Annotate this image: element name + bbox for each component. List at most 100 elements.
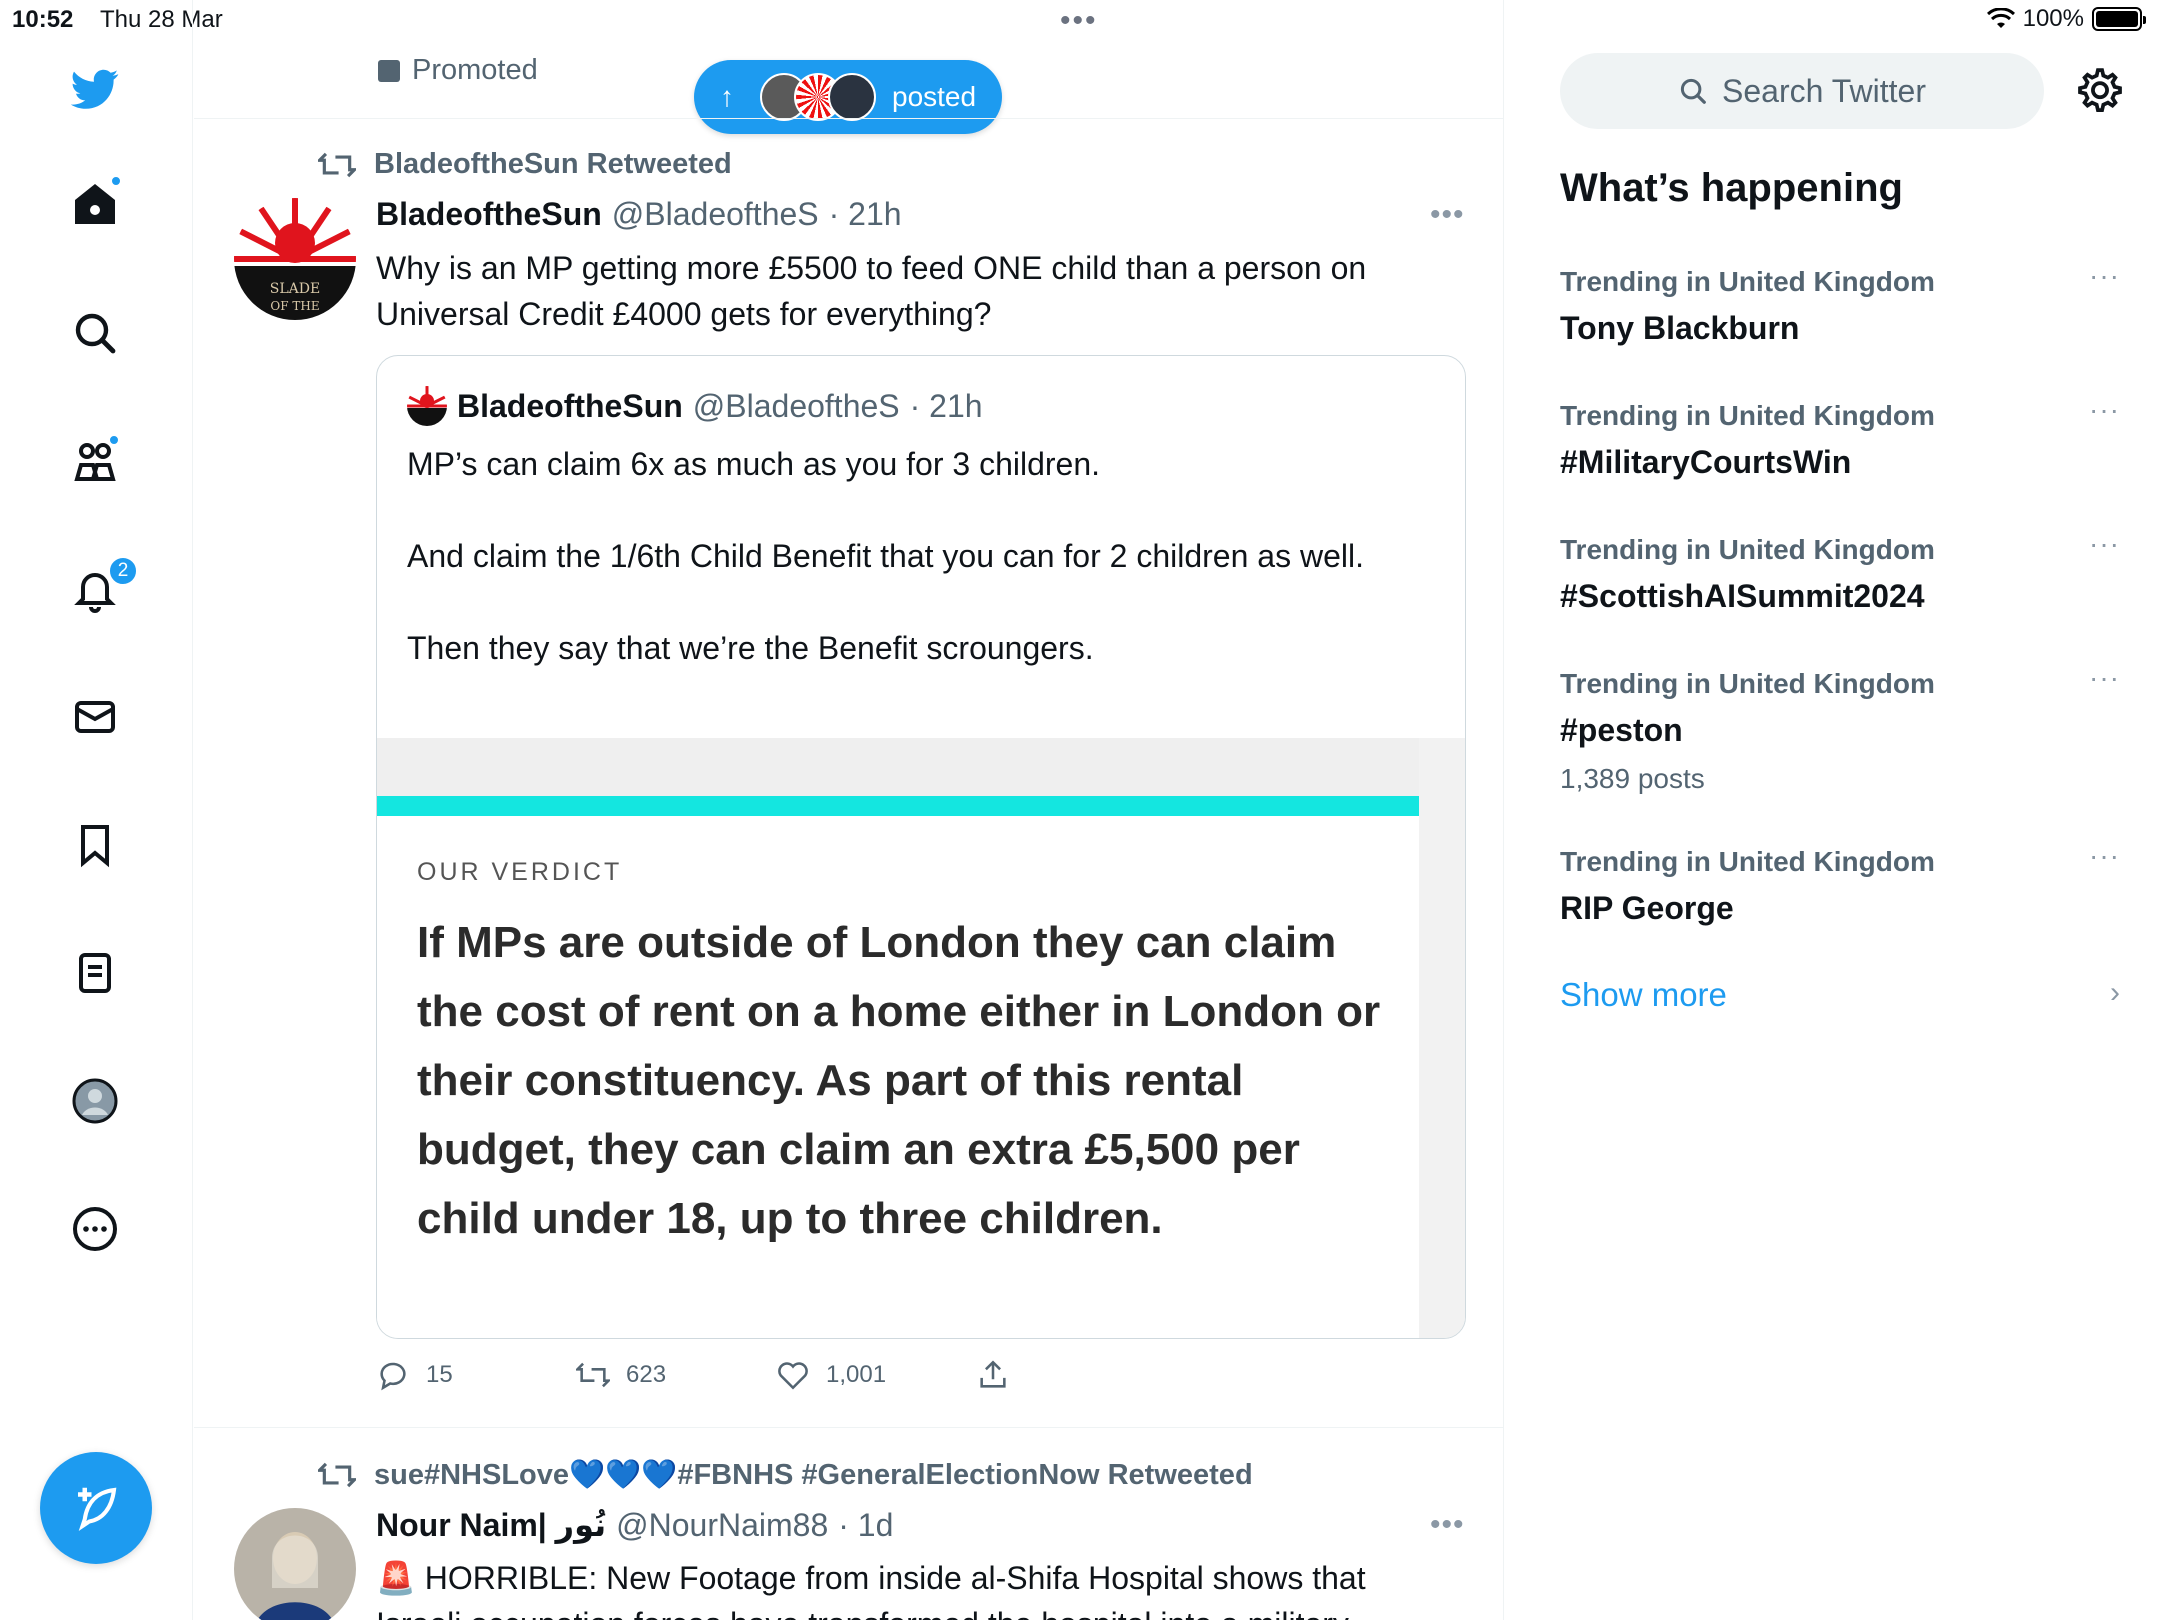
image-cropped-top — [377, 738, 1419, 796]
explore-nav-button[interactable] — [66, 304, 124, 362]
tweet-time[interactable]: · 1d — [838, 1507, 893, 1544]
trend-item[interactable]: Trending in United Kingdom #ScottishAISu… — [1560, 528, 2120, 615]
tweet-more-options-icon[interactable]: ••• — [1430, 1508, 1465, 1542]
left-nav: 2 — [0, 0, 193, 1620]
communities-unread-dot — [108, 434, 120, 446]
tweet-header: Nour Naim| نُور @NourNaim88 · 1d — [376, 1506, 893, 1544]
more-nav-button[interactable] — [66, 1200, 124, 1258]
profile-nav-button[interactable] — [66, 1072, 124, 1130]
home-unread-dot — [110, 175, 122, 187]
author-name[interactable]: Nour Naim| نُور — [376, 1506, 606, 1544]
tweet-author-avatar[interactable]: SLADE OF THE — [234, 198, 356, 320]
retweet-icon — [576, 1362, 610, 1388]
share-icon — [980, 1360, 1006, 1388]
author-name[interactable]: BladeoftheSun — [376, 196, 602, 233]
notifications-nav-button[interactable]: 2 — [66, 556, 138, 618]
home-icon — [75, 184, 115, 224]
quoted-author-name: BladeoftheSun — [457, 387, 683, 424]
trend-item[interactable]: Trending in United Kingdom Tony Blackbur… — [1560, 260, 2120, 347]
compose-tweet-button[interactable] — [40, 1452, 152, 1564]
trend-name: #MilitaryCourtsWin — [1560, 444, 1852, 480]
home-nav-button[interactable] — [66, 175, 124, 233]
profile-avatar-icon — [72, 1078, 118, 1124]
quoted-tweet-text: MP’s can claim 6x as much as you for 3 c… — [407, 446, 1364, 666]
tweet-more-options-icon[interactable]: ••• — [1430, 198, 1465, 232]
trend-more-icon[interactable]: ··· — [2089, 394, 2120, 426]
more-circle-icon — [73, 1207, 117, 1251]
like-button[interactable]: 1,001 — [776, 1358, 886, 1392]
tweet-author-avatar[interactable] — [234, 1508, 356, 1620]
quoted-tweet-header: BladeoftheSun @BladeoftheS · 21h — [407, 386, 983, 426]
verdict-label: OUR VERDICT — [417, 858, 623, 886]
quoted-tweet-image[interactable]: OUR VERDICT If MPs are outside of London… — [377, 738, 1465, 1338]
trend-meta: Trending in United Kingdom — [1560, 668, 1935, 699]
nour-naim-avatar-image — [234, 1508, 356, 1620]
svg-text:OF THE: OF THE — [270, 299, 319, 313]
promoted-text: Promoted — [412, 54, 538, 86]
posted-label: posted — [892, 81, 977, 112]
author-handle[interactable]: @BladeoftheS — [612, 196, 819, 233]
tweet-time[interactable]: · 21h — [829, 196, 902, 233]
retweet-context[interactable]: sue#NHSLove💙💙💙#FBNHS #GeneralElectionNow… — [318, 1458, 1253, 1492]
promoted-icon — [378, 59, 400, 82]
timeline-feed: Promoted ↑ posted BladeoftheSun Retweete… — [194, 0, 1504, 1620]
tweet-actions: 15 623 1,001 — [376, 1358, 1276, 1398]
share-button[interactable] — [976, 1358, 1010, 1392]
retweet-icon — [318, 152, 356, 177]
trend-item[interactable]: Trending in United Kingdom #peston 1,389… — [1560, 662, 2120, 795]
trend-post-count: 1,389 posts — [1560, 763, 1705, 794]
communities-nav-button[interactable] — [66, 432, 124, 490]
trend-more-icon[interactable]: ··· — [2089, 662, 2120, 694]
trend-name: #peston — [1560, 712, 1683, 748]
quoted-tweet-time: · 21h — [909, 387, 983, 424]
bookmarks-nav-button[interactable] — [66, 816, 124, 874]
lists-nav-button[interactable] — [66, 944, 124, 1002]
verdict-text: If MPs are outside of London they can cl… — [417, 918, 1381, 1243]
whats-happening-heading: What’s happening — [1560, 166, 1903, 210]
show-more-label: Show more — [1560, 976, 1727, 1013]
trend-more-icon[interactable]: ··· — [2089, 528, 2120, 560]
promoted-label: Promoted — [378, 54, 538, 87]
new-posts-pill[interactable]: ↑ posted — [694, 60, 1002, 134]
retweeted-by-text: sue#NHSLove💙💙💙#FBNHS #GeneralElectionNow… — [374, 1459, 1253, 1491]
search-input[interactable]: Search Twitter — [1560, 53, 2044, 129]
tweet-text: Why is an MP getting more £5500 to feed … — [376, 250, 1367, 332]
right-sidebar: Search Twitter What’s happening Trending… — [1505, 0, 2160, 1620]
trend-meta: Trending in United Kingdom — [1560, 846, 1935, 877]
retweet-context[interactable]: BladeoftheSun Retweeted — [318, 148, 732, 181]
reply-count: 15 — [426, 1361, 453, 1388]
trend-more-icon[interactable]: ··· — [2089, 840, 2120, 872]
show-more-link[interactable]: Show more › — [1560, 976, 2120, 1014]
search-icon — [1680, 78, 1706, 104]
bookmark-icon — [81, 825, 109, 868]
trend-name: Tony Blackburn — [1560, 310, 1800, 346]
pill-avatar-3 — [828, 73, 876, 121]
heart-icon — [778, 1362, 808, 1390]
reply-button[interactable]: 15 — [376, 1358, 453, 1392]
quoted-author-avatar — [407, 386, 447, 426]
twitter-logo-icon[interactable] — [66, 60, 124, 118]
list-icon — [79, 953, 111, 993]
search-placeholder: Search Twitter — [1722, 72, 1926, 109]
trend-meta: Trending in United Kingdom — [1560, 534, 1935, 565]
blade-sun-avatar-image: SLADE OF THE — [234, 198, 356, 320]
tweet-text: 🚨 HORRIBLE: New Footage from inside al-S… — [376, 1560, 1366, 1620]
gear-icon[interactable] — [2075, 66, 2125, 116]
compose-feather-icon — [78, 1487, 117, 1531]
trend-item[interactable]: Trending in United Kingdom #MilitaryCour… — [1560, 394, 2120, 481]
notification-badge: 2 — [108, 556, 138, 586]
quoted-tweet[interactable]: BladeoftheSun @BladeoftheS · 21h MP’s ca… — [376, 355, 1466, 1339]
feed-divider — [194, 1427, 1503, 1428]
chevron-right-icon: › — [2110, 976, 2120, 1009]
trend-item[interactable]: Trending in United Kingdom RIP George ··… — [1560, 840, 2120, 927]
trend-name: RIP George — [1560, 890, 1734, 926]
author-handle[interactable]: @NourNaim88 — [616, 1507, 828, 1544]
retweet-button[interactable]: 623 — [576, 1358, 666, 1392]
trend-more-icon[interactable]: ··· — [2089, 260, 2120, 292]
messages-nav-button[interactable] — [66, 688, 124, 746]
retweet-count: 623 — [626, 1361, 667, 1388]
svg-text:SLADE: SLADE — [270, 281, 320, 297]
verdict-panel: OUR VERDICT If MPs are outside of London… — [377, 738, 1419, 1338]
quoted-author-handle: @BladeoftheS — [692, 387, 900, 424]
retweeted-by-text: BladeoftheSun Retweeted — [374, 148, 732, 180]
